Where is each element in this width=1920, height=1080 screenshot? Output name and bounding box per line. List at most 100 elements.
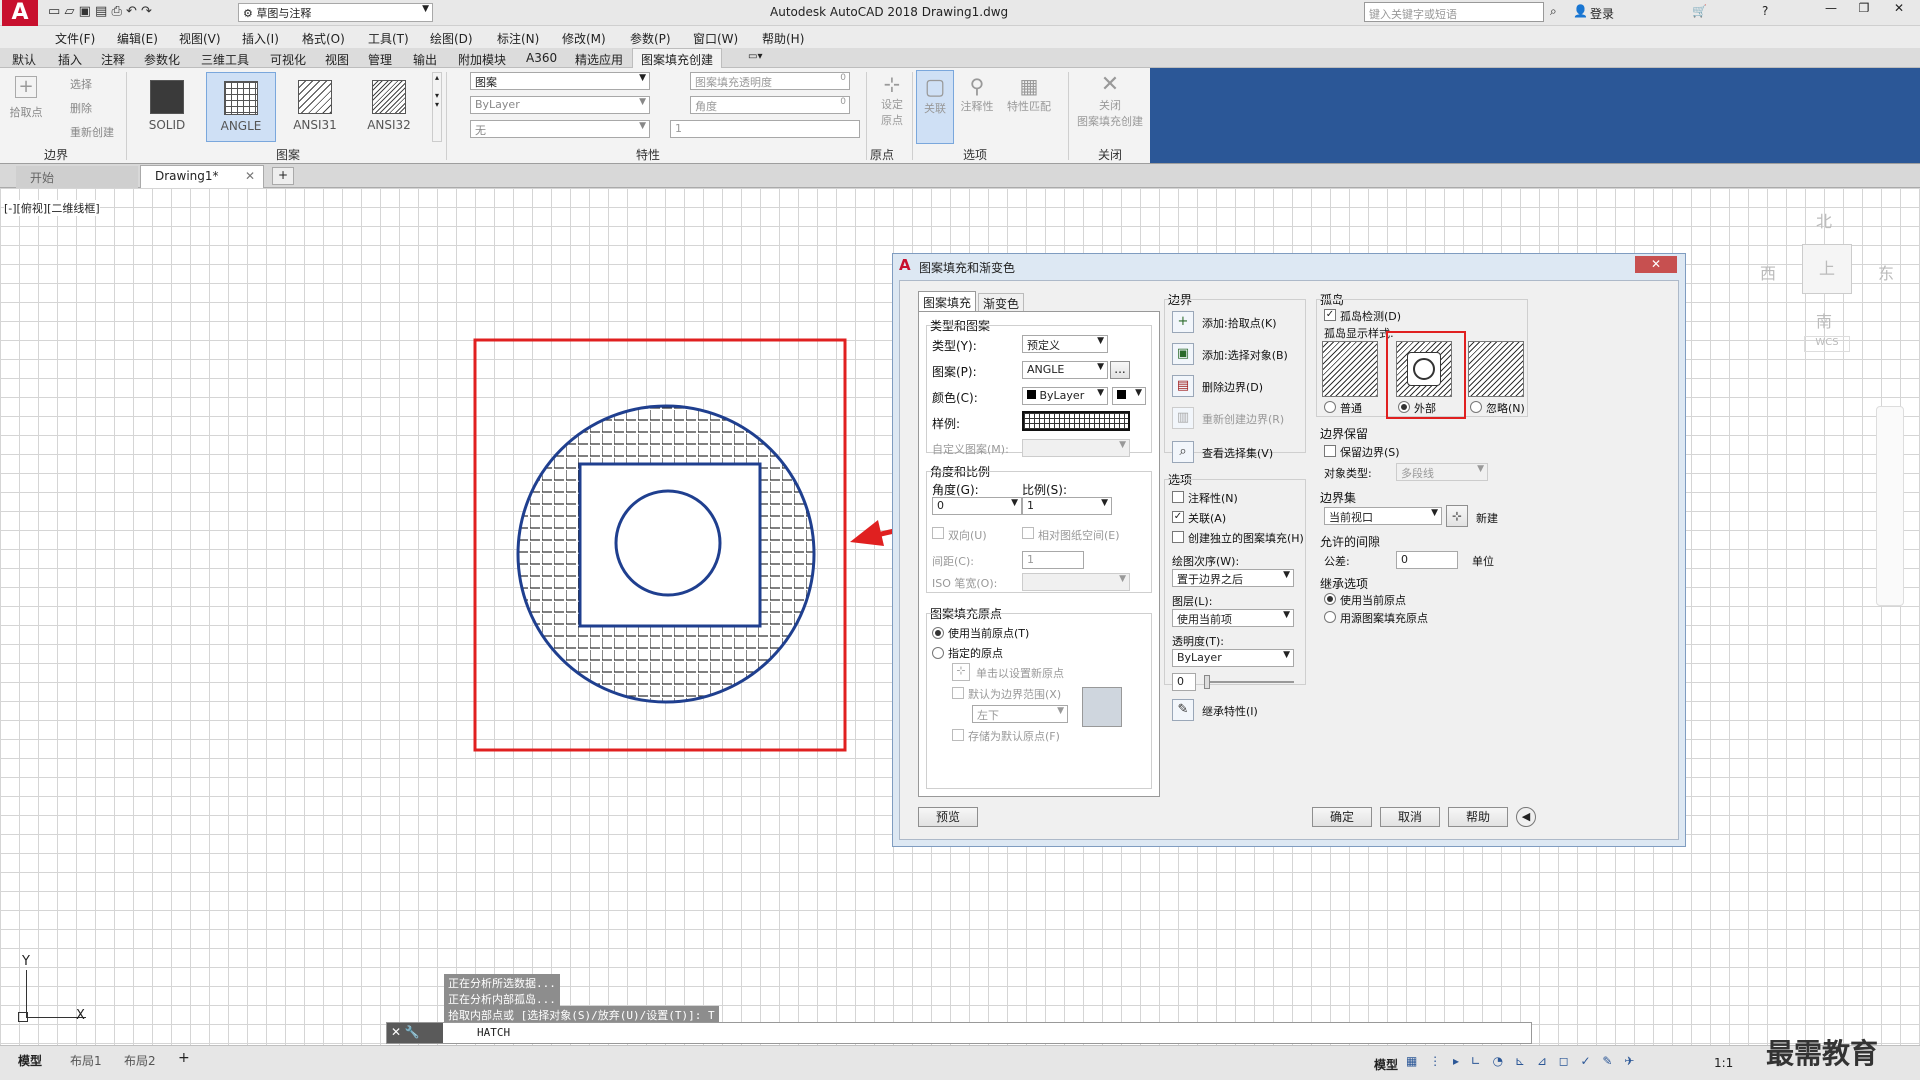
island-detection-checkbox[interactable]: ✓	[1324, 309, 1336, 321]
compass-east[interactable]: 东	[1878, 260, 1894, 284]
tab-layout1[interactable]: 布局1	[70, 1052, 102, 1069]
pattern-angle[interactable]: ANGLE	[206, 72, 276, 142]
scale-dropdown[interactable]: 1 ▼	[1022, 497, 1112, 515]
remove-boundaries-button[interactable]: 删除边界(D)	[1202, 379, 1263, 395]
panel-label-origin[interactable]: 原点	[870, 146, 894, 163]
menu-window[interactable]: 窗口(W)	[693, 30, 738, 47]
relative-paper-checkbox[interactable]	[1022, 527, 1034, 539]
add-pick-points-button[interactable]: 添加:拾取点(K)	[1202, 315, 1277, 331]
redo-icon[interactable]: ↷	[141, 4, 152, 19]
model-space-button[interactable]: 模型	[1374, 1056, 1398, 1073]
remove-boundaries-icon[interactable]: ▤	[1172, 375, 1194, 397]
use-current-origin-radio[interactable]	[932, 627, 944, 639]
undo-icon[interactable]: ↶	[126, 4, 137, 19]
custom-pattern-dropdown[interactable]: ▼	[1022, 439, 1130, 457]
retain-boundaries-checkbox[interactable]	[1324, 445, 1336, 457]
draw-order-dropdown[interactable]: 置于边界之后 ▼	[1172, 569, 1294, 587]
menu-params[interactable]: 参数(P)	[630, 30, 671, 47]
match-properties-button[interactable]: ▦ 特性匹配	[1002, 74, 1056, 114]
create-separate-checkbox[interactable]	[1172, 531, 1184, 543]
menu-modify[interactable]: 修改(M)	[562, 30, 606, 47]
color-dropdown[interactable]: ByLayer ▼	[1022, 387, 1108, 405]
preview-button[interactable]: 预览	[918, 807, 978, 827]
close-hatch-creation-button[interactable]: ✕ 关闭 图案填充创建	[1072, 72, 1148, 129]
navigation-bar[interactable]	[1876, 406, 1904, 606]
tab-start[interactable]: 开始	[16, 166, 138, 188]
angle-field[interactable]: 角度 0	[690, 96, 850, 114]
select-button[interactable]: 选择	[70, 76, 92, 92]
help-icon[interactable]: ?	[1762, 4, 1768, 18]
menu-dimension[interactable]: 标注(N)	[497, 30, 539, 47]
remove-button[interactable]: 删除	[70, 100, 92, 116]
specified-origin-radio[interactable]	[932, 647, 944, 659]
panel-label-close[interactable]: 关闭	[1098, 146, 1122, 163]
layer-dropdown[interactable]: 使用当前项 ▼	[1172, 609, 1294, 627]
hatch-type-dropdown[interactable]: 图案 ▼	[470, 72, 650, 90]
saveas-icon[interactable]: ▤	[95, 4, 107, 19]
inherit-properties-button[interactable]: 继承特性(I)	[1202, 703, 1258, 719]
tab-default[interactable]: 默认	[12, 51, 36, 68]
tab-parametric[interactable]: 参数化	[144, 51, 180, 68]
pattern-browse-button[interactable]: ...	[1110, 361, 1130, 379]
tab-a360[interactable]: A360	[526, 51, 557, 65]
new-tab-button[interactable]: +	[272, 167, 294, 185]
transparency-field[interactable]: 图案填充透明度 0	[690, 72, 850, 90]
panel-label-pattern[interactable]: 图案	[276, 146, 300, 163]
login-link[interactable]: 登录	[1590, 5, 1614, 22]
background-color-dropdown[interactable]: ▼	[1112, 387, 1146, 405]
viewcube-face[interactable]: 上	[1802, 244, 1852, 294]
close-icon[interactable]: ✕	[391, 1025, 401, 1039]
tab-hatch[interactable]: 图案填充	[918, 291, 977, 313]
recreate-button[interactable]: 重新创建	[70, 124, 114, 140]
tab-addins[interactable]: 附加模块	[458, 51, 506, 68]
annotative-toggle[interactable]: ⚲ 注释性	[958, 74, 996, 114]
menu-edit[interactable]: 编辑(E)	[117, 30, 158, 47]
associative-toggle[interactable]: ▢ 关联	[916, 70, 954, 144]
angle-dropdown[interactable]: 0 ▼	[932, 497, 1022, 515]
tab-visualize[interactable]: 可视化	[270, 51, 306, 68]
ok-button[interactable]: 确定	[1312, 807, 1372, 827]
compass-west[interactable]: 西	[1760, 260, 1776, 284]
tab-output[interactable]: 输出	[413, 51, 437, 68]
tab-annotate[interactable]: 注释	[101, 51, 125, 68]
set-origin-icon[interactable]: ⊹	[952, 663, 970, 681]
save-icon[interactable]: ▣	[79, 4, 91, 19]
cart-icon[interactable]: 🛒	[1692, 4, 1707, 18]
island-normal-radio[interactable]	[1324, 401, 1336, 413]
cancel-button[interactable]: 取消	[1380, 807, 1440, 827]
menu-tools[interactable]: 工具(T)	[368, 30, 409, 47]
menu-draw[interactable]: 绘图(D)	[430, 30, 473, 47]
dialog-titlebar[interactable]: A 图案填充和渐变色 ✕	[893, 254, 1685, 278]
search-input[interactable]: 键入关键字或短语	[1364, 2, 1544, 22]
maximize-button[interactable]: ❐	[1848, 1, 1880, 21]
binoculars-icon[interactable]: ⌕	[1550, 4, 1557, 19]
help-button[interactable]: 帮助	[1448, 807, 1508, 827]
viewport-controls[interactable]: [-][俯视][二维线框]	[4, 200, 100, 216]
tab-drawing1[interactable]: Drawing1* ✕	[140, 165, 264, 188]
pattern-ansi31[interactable]: ANSI31	[280, 72, 350, 142]
add-layout-button[interactable]: +	[178, 1050, 190, 1066]
associative-checkbox[interactable]: ✓	[1172, 511, 1184, 523]
tab-layout2[interactable]: 布局2	[124, 1052, 156, 1069]
recreate-boundary-button[interactable]: 重新创建边界(R)	[1202, 411, 1284, 427]
use-source-origin-radio[interactable]	[1324, 611, 1336, 623]
slider-thumb[interactable]	[1204, 675, 1210, 689]
viewcube[interactable]: 北 西 东 南 上 WCS	[1760, 208, 1900, 358]
pattern-dropdown[interactable]: ANGLE ▼	[1022, 361, 1108, 379]
recreate-boundary-icon[interactable]: ▥	[1172, 407, 1194, 429]
panel-label-options[interactable]: 选项	[963, 146, 987, 163]
default-extent-checkbox[interactable]	[952, 687, 964, 699]
compass-south[interactable]: 南	[1816, 308, 1832, 332]
panel-label-boundary[interactable]: 边界	[44, 146, 68, 163]
tab-model[interactable]: 模型	[18, 1052, 42, 1069]
extent-position-dropdown[interactable]: 左下 ▼	[972, 705, 1068, 723]
tab-3dtools[interactable]: 三维工具	[201, 51, 249, 68]
print-icon[interactable]: ⎙	[111, 4, 121, 19]
close-icon[interactable]: ✕	[245, 169, 255, 183]
store-default-checkbox[interactable]	[952, 729, 964, 741]
menu-insert[interactable]: 插入(I)	[242, 30, 279, 47]
pattern-scroll[interactable]: ▴ ▾ ▾	[432, 72, 442, 142]
command-input[interactable]: HATCH	[477, 1026, 510, 1039]
transparency-value-input[interactable]: 0	[1172, 673, 1196, 691]
open-icon[interactable]: ▱	[64, 4, 74, 19]
